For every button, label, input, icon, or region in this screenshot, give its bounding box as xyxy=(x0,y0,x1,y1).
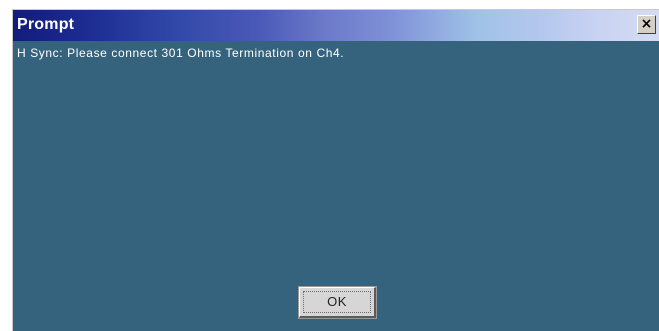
dialog-title: Prompt xyxy=(17,16,75,33)
close-icon: × xyxy=(640,16,653,32)
prompt-dialog: Prompt × H Sync: Please connect 301 Ohms… xyxy=(12,9,659,331)
ok-button-label: OK xyxy=(327,294,347,309)
title-bar[interactable]: Prompt × xyxy=(13,10,659,41)
prompt-message: H Sync: Please connect 301 Ohms Terminat… xyxy=(17,46,345,60)
ok-button[interactable]: OK xyxy=(298,286,377,319)
close-button[interactable]: × xyxy=(637,15,656,34)
